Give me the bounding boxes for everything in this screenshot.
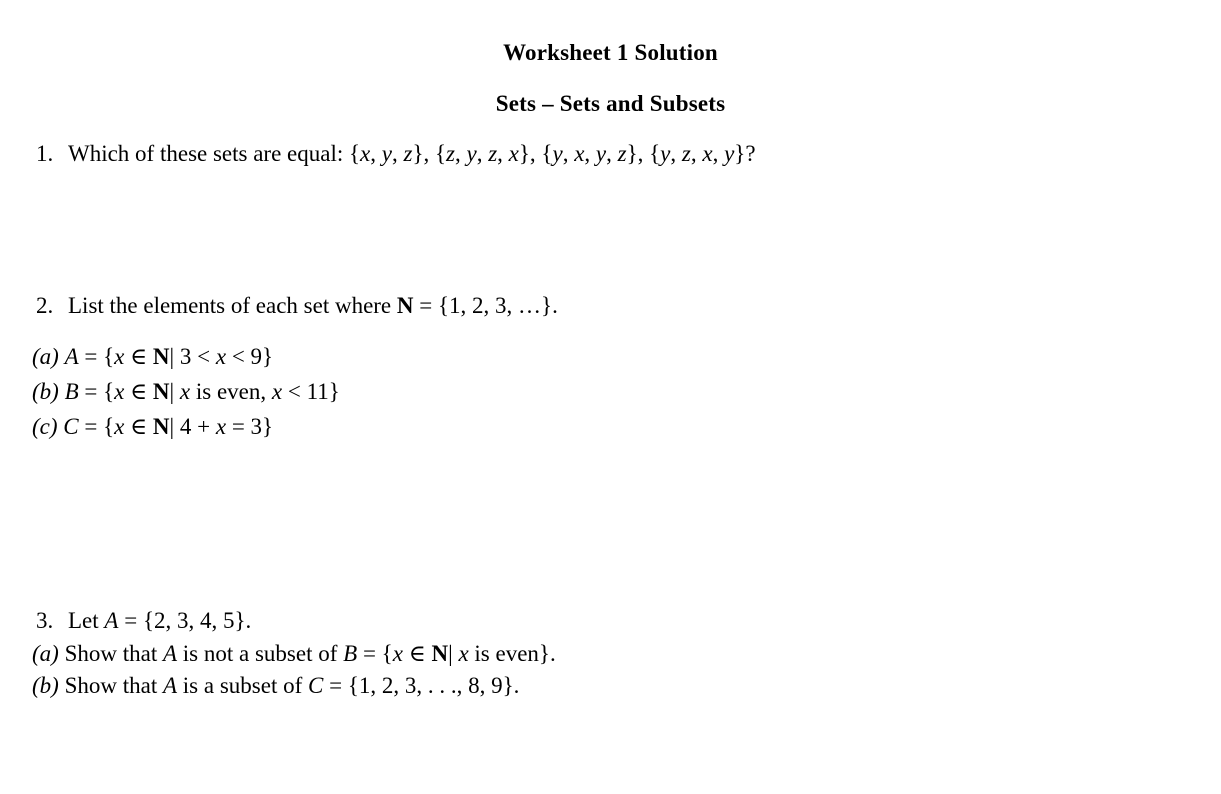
natural-numbers-symbol: N [152,344,170,369]
set4-elem-x: x [702,141,713,166]
comma: , [497,141,509,166]
variable-x: x [215,414,227,439]
page-subtitle: Sets – Sets and Subsets [495,91,726,116]
question-3-part-b: (b) Show that A is a subset of C = {1, 2… [32,672,519,700]
instruction-lead: Show that [64,673,163,698]
natural-numbers-symbol: N [396,293,414,318]
instruction-mid: is a subset of [177,673,308,698]
instruction-lead: Show that [64,641,163,666]
natural-numbers-symbol: N [152,379,170,404]
set-name-C: C [308,673,324,698]
comma: , [476,141,489,166]
question-2: 2. List the elements of each set where N … [36,292,558,320]
set2-elem-z2: z [488,141,498,166]
element-of-icon: ∈ [124,344,153,369]
set4-elem-y: y [660,141,671,166]
variable-x: x [392,641,403,666]
part-label-b: (b) [32,673,59,698]
part-label-a: (a) [32,344,59,369]
variable-x: x [179,379,191,404]
set3-elem-y: y [552,141,563,166]
question-1: 1. Which of these sets are equal: {x, y, … [36,140,756,168]
comma: , [712,141,725,166]
comma: , [670,141,682,166]
question-3-lead: Let [68,608,105,633]
set2-elem-x: x [508,141,519,166]
variable-x: x [114,414,125,439]
element-of-icon: ∈ [124,379,153,404]
equals-brace: = { [78,414,115,439]
set3-elem-z: z [617,141,627,166]
question-2-number: 2. [36,293,54,318]
question-1-tail: }? [734,141,756,166]
set4-elem-y2: y [724,141,735,166]
natural-numbers-symbol: N [152,414,170,439]
question-2-lead: List the elements of each set where [68,293,397,318]
variable-x: x [114,379,125,404]
part-label-b: (b) [32,379,59,404]
comma: , [370,141,382,166]
worksheet-page: Worksheet 1 Solution Sets – Sets and Sub… [0,0,1221,794]
comma: , [606,141,618,166]
set-name-B: B [64,379,79,404]
set-name-A: A [162,641,178,666]
element-of-icon: ∈ [402,641,432,666]
such-that-bar: | [448,641,459,666]
element-of-icon: ∈ [124,414,153,439]
set-name-A: A [104,608,119,633]
set-name-B: B [343,641,358,666]
variable-x: x [114,344,125,369]
set1-elem-x: x [360,141,371,166]
set-name-C: C [63,414,79,439]
set2-elem-z: z [446,141,455,166]
condition-tail: = 3} [226,414,274,439]
natural-numbers-symbol: N [431,641,449,666]
condition-tail: < 9} [226,344,274,369]
comma: , [584,141,596,166]
such-that-bar: | 4 + [169,414,216,439]
question-3-number: 3. [36,608,54,633]
question-1-number: 1. [36,141,54,166]
part-label-c: (c) [32,414,58,439]
question-3-tail: = {2, 3, 4, 5}. [118,608,252,633]
set3-elem-x: x [574,141,585,166]
page-title: Worksheet 1 Solution [503,40,718,65]
set-brace: }, { [518,141,553,166]
set3-elem-y2: y [595,141,607,166]
comma: , [562,141,575,166]
comma: , [690,141,703,166]
set-name-A: A [64,344,79,369]
equals-brace: = { [78,379,115,404]
comma: , [454,141,467,166]
variable-x: x [271,379,283,404]
question-2-part-b: (b) B = {x ∈ N| x is even, x < 11} [32,378,340,406]
question-2-part-c: (c) C = {x ∈ N| 4 + x = 3} [32,413,273,441]
comma: , [391,141,404,166]
condition-mid: is even, [190,379,272,404]
question-2-part-a: (a) A = {x ∈ N| 3 < x < 9} [32,343,273,371]
part-label-a: (a) [32,641,59,666]
question-3: 3. Let A = {2, 3, 4, 5}. [36,607,251,635]
set1-elem-y: y [381,141,392,166]
condition-tail: < 11} [282,379,340,404]
equals-brace: = { [78,344,115,369]
condition-tail: is even}. [468,641,556,666]
set4-elem-z: z [681,141,691,166]
question-3-part-a: (a) Show that A is not a subset of B = {… [32,640,556,668]
variable-x: x [215,344,227,369]
set2-elem-y: y [466,141,477,166]
such-that-bar: | 3 < [169,344,216,369]
question-1-lead: Which of these sets are equal: { [68,141,361,166]
instruction-mid: is not a subset of [177,641,344,666]
set-brace: }, { [412,141,447,166]
such-that-bar: | [169,379,180,404]
variable-x: x [458,641,469,666]
equals-brace: = { [357,641,393,666]
condition-tail: = {1, 2, 3, . . ., 8, 9}. [323,673,520,698]
set-brace: }, { [626,141,661,166]
set-name-A: A [162,673,178,698]
question-2-tail: = {1, 2, 3, …}. [413,293,558,318]
